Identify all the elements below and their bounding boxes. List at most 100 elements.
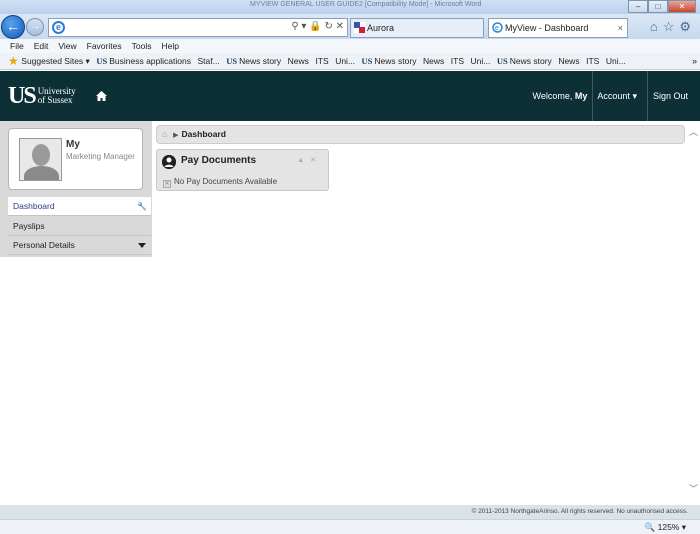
welcome-user: My: [574, 91, 588, 101]
address-tools-icon[interactable]: ⚲ ▾ 🔒 ↻ ✕: [291, 21, 344, 32]
header-user-area: Welcome, My Account ▾ Sign Out: [528, 71, 700, 121]
favorites-star-icon[interactable]: ★: [8, 53, 19, 69]
logo-name: University of Sussex: [37, 86, 76, 105]
menu-file[interactable]: File: [0, 39, 29, 53]
tab-label: MyView - Dashboard: [505, 23, 589, 33]
pay-documents-widget: Pay Documents ▲✕ ✕ No Pay Documents Avail…: [156, 149, 329, 191]
svg-text:e: e: [495, 25, 499, 32]
tab-aurora[interactable]: Aurora: [350, 18, 484, 38]
browser-menubar: File Edit View Favorites Tools Help: [0, 39, 700, 53]
fav-item[interactable]: ITS: [315, 53, 328, 70]
breadcrumb-current: Dashboard: [181, 129, 226, 139]
menu-edit[interactable]: Edit: [29, 39, 54, 53]
close-window-button[interactable]: ✕: [668, 0, 696, 13]
page-footer: © 2011-2013 NorthgateArinso. All rights …: [0, 505, 700, 519]
breadcrumb: ⌂ ▶ Dashboard: [156, 125, 685, 144]
browser-navbar: ← → e ⚲ ▾ 🔒 ↻ ✕ Aurora e MyView - Dashbo…: [0, 14, 700, 39]
wrench-icon[interactable]: 🔧: [137, 197, 147, 216]
chevron-more-icon[interactable]: »: [692, 53, 697, 70]
account-menu[interactable]: Account ▾: [593, 91, 647, 102]
menu-view[interactable]: View: [53, 39, 81, 53]
zoom-icon: 🔍: [644, 522, 656, 532]
home-icon[interactable]: ⌂: [650, 19, 663, 34]
fav-suggested-sites[interactable]: Suggested Sites ▾: [21, 53, 90, 70]
sidebar-item-label: Personal Details: [13, 240, 75, 250]
page-scrollbar[interactable]: ︿ ﹀: [689, 125, 698, 495]
close-tab-icon[interactable]: ×: [618, 19, 623, 37]
fav-news-story[interactable]: US News story: [362, 53, 417, 70]
avatar: [19, 138, 62, 181]
fav-business-applications[interactable]: US Business applications: [96, 53, 191, 70]
sidebar-item-label: Payslips: [13, 221, 45, 231]
fav-item[interactable]: Staf...: [197, 53, 219, 70]
menu-favorites[interactable]: Favorites: [82, 39, 127, 53]
aurora-icon: [354, 22, 365, 33]
favorites-star-icon[interactable]: ☆: [663, 19, 680, 34]
widget-controls: ▲✕: [297, 156, 322, 164]
us-logo-icon: US: [96, 56, 108, 66]
us-logo-icon: US: [496, 56, 508, 66]
browser-toolbar-icons: ⌂☆⚙: [650, 19, 696, 35]
fav-item[interactable]: Uni...: [606, 53, 626, 70]
us-logo-icon: US: [361, 56, 373, 66]
profile-name: My: [66, 139, 80, 150]
ie-tab-icon: e: [492, 22, 503, 33]
menu-tools[interactable]: Tools: [127, 39, 157, 53]
window-title: MYVIEW GENERAL USER GUIDE2 [Compatibilit…: [250, 1, 482, 8]
ie-icon: e: [52, 21, 65, 34]
favorites-bar: ★ Suggested Sites ▾ US Business applicati…: [0, 53, 700, 70]
sidebar-item-label: Dashboard: [13, 201, 55, 211]
address-bar[interactable]: e ⚲ ▾ 🔒 ↻ ✕: [48, 18, 348, 37]
chevron-down-icon: ▾: [632, 90, 637, 101]
home-icon[interactable]: [96, 91, 107, 104]
maximize-button[interactable]: □: [648, 0, 668, 13]
documents-user-icon: [162, 155, 176, 169]
forward-button[interactable]: →: [26, 18, 44, 36]
back-button[interactable]: ←: [1, 15, 25, 39]
sidebar-item-payslips[interactable]: Payslips: [8, 217, 151, 236]
fav-item[interactable]: ITS: [586, 53, 599, 70]
app-header: US University of Sussex Welcome, My Accou…: [0, 71, 700, 121]
collapse-icon[interactable]: ▲: [297, 157, 310, 164]
scroll-down-icon[interactable]: ﹀: [689, 482, 698, 495]
university-logo[interactable]: US University of Sussex: [8, 83, 76, 109]
home-icon[interactable]: ⌂: [162, 129, 167, 139]
avatar-body: [24, 166, 59, 180]
scroll-up-icon[interactable]: ︿: [689, 125, 698, 138]
minimize-button[interactable]: –: [628, 0, 648, 13]
tab-label: Aurora: [367, 23, 395, 33]
fav-news-story[interactable]: US News story: [497, 53, 552, 70]
menu-help[interactable]: Help: [156, 39, 183, 53]
fav-item[interactable]: ITS: [451, 53, 464, 70]
fav-item[interactable]: Uni...: [335, 53, 355, 70]
chevron-down-icon: [138, 243, 146, 248]
avatar-head: [32, 144, 50, 166]
sidebar-item-personal-details[interactable]: Personal Details: [8, 236, 151, 255]
widget-title: Pay Documents: [181, 155, 257, 166]
sign-out-link[interactable]: Sign Out: [648, 91, 700, 101]
zoom-level: 125%: [657, 522, 680, 532]
widget-body: ✕ No Pay Documents Available: [163, 177, 277, 188]
welcome-text: Welcome, My: [532, 91, 588, 101]
fav-item[interactable]: News: [423, 53, 444, 70]
sidebar-item-dashboard[interactable]: Dashboard 🔧: [8, 197, 151, 216]
zoom-control[interactable]: 🔍 125% ▾: [645, 520, 686, 534]
profile-role: Marketing Manager: [66, 152, 135, 161]
window-controls: – □ ✕: [628, 0, 696, 13]
fav-item[interactable]: Uni...: [471, 53, 491, 70]
fav-item[interactable]: News: [288, 53, 309, 70]
us-logo-icon: US: [226, 56, 238, 66]
empty-icon: ✕: [163, 180, 171, 188]
widget-empty-text: No Pay Documents Available: [174, 177, 278, 186]
fav-item[interactable]: News: [558, 53, 579, 70]
browser-statusbar: 🔍 125% ▾: [0, 519, 700, 534]
chevron-right-icon: ▶: [173, 132, 179, 139]
fav-news-story[interactable]: US News story: [226, 53, 281, 70]
logo-mark: US: [8, 83, 37, 109]
settings-gear-icon[interactable]: ⚙: [679, 19, 696, 34]
profile-card: My Marketing Manager: [8, 128, 143, 190]
tab-myview-dashboard[interactable]: e MyView - Dashboard ×: [488, 18, 628, 38]
left-panel: My Marketing Manager Dashboard 🔧 Payslip…: [0, 121, 152, 257]
close-icon[interactable]: ✕: [310, 157, 322, 164]
window-titlebar: MYVIEW GENERAL USER GUIDE2 [Compatibilit…: [0, 0, 700, 14]
